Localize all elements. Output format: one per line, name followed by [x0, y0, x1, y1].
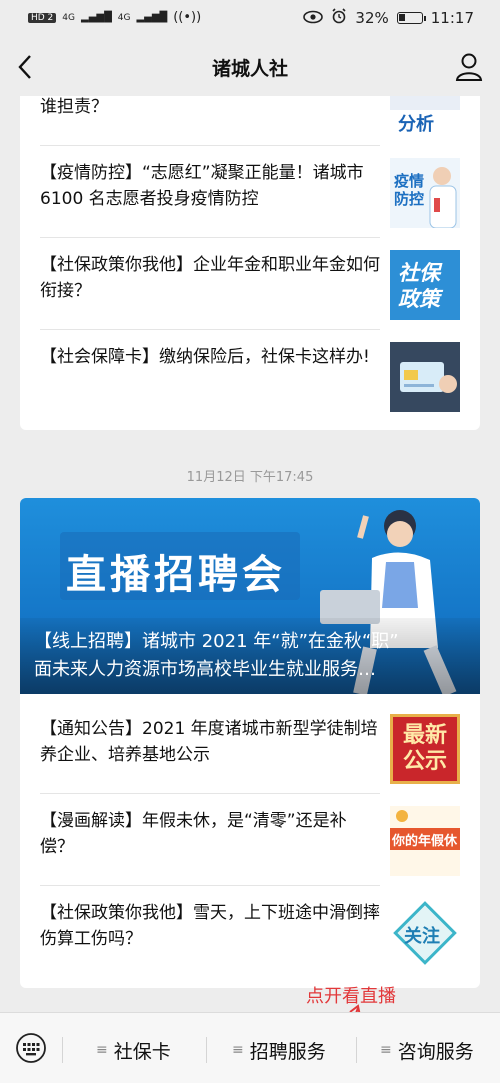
article-title: 【通知公告】2021 年度诸城市新型学徒制培养企业、培养基地公示 [40, 719, 378, 765]
status-bar: HD 2 4G ▂▄▆█ 4G ▂▄▆█ ((•)) 32% 11:17 [0, 0, 500, 38]
article-thumbnail: 分析 [390, 96, 460, 136]
article-item[interactable]: 【通知公告】2021 年度诸城市新型学徒制培养企业、培养基地公示 最新公示 [40, 704, 460, 794]
clock: 11:17 [430, 9, 474, 27]
article-title: 【社会保障卡】缴纳保险后，社保卡这样办! [40, 347, 370, 367]
tab-recruitment[interactable]: ≡ 招聘服务 [232, 1035, 326, 1065]
article-thumbnail: 疫情防控 [390, 158, 460, 228]
divider [40, 237, 380, 238]
article-card: 直播招聘会 【线上招聘】诸城市 2021 年“就”在金秋“职” 面未来人力资源市… [20, 498, 480, 988]
article-title: 【社保政策你我他】企业年金和职业年金如何衔接？ [40, 255, 380, 301]
thumb-label: 最新公示 [402, 723, 447, 774]
divider [40, 145, 380, 146]
thumb-label: 你的年假休 [392, 834, 458, 849]
keyboard-icon [16, 1033, 46, 1063]
thumb-label: 社保政策 [398, 261, 440, 311]
tab-social-card[interactable]: ≡ 社保卡 [96, 1035, 171, 1065]
divider [206, 1037, 207, 1063]
thumb-label: 疫情防控 [394, 172, 425, 208]
menu-lines-icon: ≡ [96, 1042, 108, 1058]
status-left: HD 2 4G ▂▄▆█ 4G ▂▄▆█ ((•)) [28, 10, 201, 25]
divider [40, 793, 380, 794]
battery-percent: 32% [355, 9, 389, 27]
message-timestamp: 11月12日 下午17:45 [186, 470, 314, 485]
article-title: 【社保政策你我他】雪天，上下班途中滑倒摔伤算工伤吗？ [40, 903, 380, 949]
tab-consultation[interactable]: ≡ 咨询服务 [380, 1035, 474, 1065]
tab-label: 咨询服务 [397, 1040, 474, 1063]
menu-lines-icon: ≡ [380, 1042, 392, 1058]
thumb-label: 分析 [398, 114, 434, 135]
divider [356, 1037, 357, 1063]
divider [62, 1037, 63, 1063]
message-feed[interactable]: 【某某分析】关于加班工作，劳动者受伤工伤谁担责？ 分析 【疫情防控】“志愿红”凝… [0, 96, 500, 1009]
banner-caption-line: 【线上招聘】诸城市 2021 年“就”在金秋“职” [34, 631, 399, 652]
menu-lines-icon: ≡ [232, 1042, 244, 1058]
signal-4g-2: 4G [117, 12, 131, 23]
battery-icon [396, 12, 426, 24]
article-title: 【疫情防控】“志愿红”凝聚正能量！诸城市 6100 名志愿者投身疫情防控 [40, 163, 364, 209]
article-item[interactable]: 【疫情防控】“志愿红”凝聚正能量！诸城市 6100 名志愿者投身疫情防控 疫情防… [40, 148, 460, 238]
article-title: 【漫画解读】年假未休，是“清零”还是补偿？ [40, 811, 347, 857]
tab-label: 社保卡 [113, 1040, 171, 1063]
alarm-icon [331, 8, 347, 28]
article-thumbnail: 关注 [390, 898, 460, 968]
banner-caption-line: 面未来人力资源市场高校毕业生就业服务… [34, 659, 376, 680]
featured-article-banner[interactable]: 直播招聘会 【线上招聘】诸城市 2021 年“就”在金秋“职” 面未来人力资源市… [20, 498, 480, 694]
page-title: 诸城人社 [211, 58, 288, 80]
annotation-text: 点开看直播 [306, 986, 396, 1007]
hd-label: HD 2 [28, 12, 57, 23]
user-icon [455, 53, 483, 81]
profile-button[interactable] [454, 51, 484, 83]
article-item[interactable]: 【漫画解读】年假未休，是“清零”还是补偿？ 你的年假休 [40, 796, 460, 886]
thumb-label: 关注 [404, 926, 440, 947]
signal-bars-icon: ▂▄▆█ [136, 12, 168, 23]
article-thumbnail: 最新公示 [390, 714, 460, 784]
keyboard-toggle-button[interactable] [14, 1033, 48, 1063]
hotspot-icon: ((•)) [173, 10, 202, 25]
eye-icon [303, 9, 324, 28]
article-item[interactable]: 【社会保障卡】缴纳保险后，社保卡这样办! [40, 332, 460, 422]
signal-bars-icon: ▂▄▆█ [81, 12, 112, 23]
divider [40, 885, 380, 886]
banner-caption: 【线上招聘】诸城市 2021 年“就”在金秋“职” 面未来人力资源市场高校毕业生… [20, 618, 480, 694]
social-security-card-thumbnail [390, 342, 460, 412]
article-thumbnail: 社保政策 [390, 250, 460, 320]
article-title: 【某某分析】关于加班工作，劳动者受伤工伤谁担责？ [40, 97, 108, 117]
article-item[interactable]: 【社保政策你我他】雪天，上下班途中滑倒摔伤算工伤吗？ 关注 [40, 888, 460, 978]
article-item[interactable]: 【社保政策你我他】企业年金和职业年金如何衔接？ 社保政策 [40, 240, 460, 330]
signal-4g-1: 4G [62, 12, 75, 23]
banner-headline: 直播招聘会 [66, 552, 286, 598]
bottom-menu: ≡ 社保卡 ≡ 招聘服务 ≡ 咨询服务 [0, 1012, 500, 1083]
status-right: 32% 11:17 [303, 8, 474, 28]
tab-label: 招聘服务 [249, 1040, 326, 1063]
article-card: 【某某分析】关于加班工作，劳动者受伤工伤谁担责？ 分析 【疫情防控】“志愿红”凝… [20, 96, 480, 430]
divider [40, 329, 380, 330]
article-item[interactable]: 【某某分析】关于加班工作，劳动者受伤工伤谁担责？ 分析 [40, 96, 460, 146]
nav-bar: 诸城人社 [0, 38, 500, 96]
article-thumbnail: 你的年假休 [390, 806, 460, 876]
